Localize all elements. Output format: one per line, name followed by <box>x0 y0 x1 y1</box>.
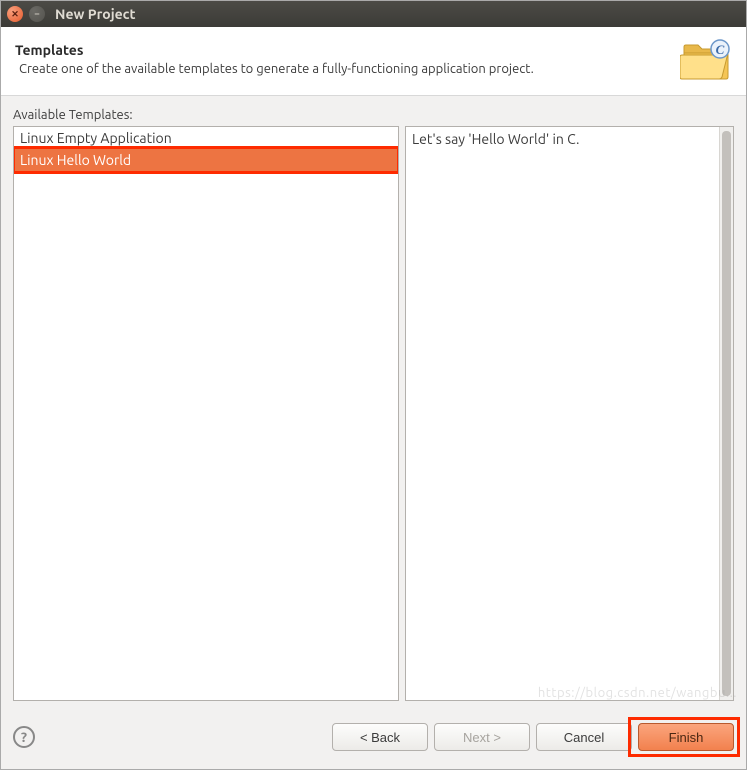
titlebar: ✕ – New Project <box>1 1 746 27</box>
scroll-thumb[interactable] <box>722 131 731 696</box>
window-title: New Project <box>55 6 136 22</box>
footer: ? < Back Next > Cancel Finish <box>1 713 746 769</box>
folder-c-icon: C <box>680 37 732 81</box>
finish-button[interactable]: Finish <box>638 723 734 751</box>
template-description-pane: Let's say 'Hello World' in C. <box>405 126 734 701</box>
template-description: Let's say 'Hello World' in C. <box>406 127 719 700</box>
help-icon[interactable]: ? <box>13 726 35 748</box>
minimize-icon[interactable]: – <box>29 6 45 22</box>
back-button[interactable]: < Back <box>332 723 428 751</box>
templates-list[interactable]: Linux Empty Application Linux Hello Worl… <box>13 126 399 701</box>
content-area: Available Templates: Linux Empty Applica… <box>1 96 746 713</box>
list-item[interactable]: Linux Hello World <box>14 149 398 171</box>
new-project-dialog: ✕ – New Project Templates Create one of … <box>0 0 747 770</box>
banner-description: Create one of the available templates to… <box>19 62 680 76</box>
list-item[interactable]: Linux Empty Application <box>14 127 398 149</box>
next-button: Next > <box>434 723 530 751</box>
close-icon[interactable]: ✕ <box>7 6 23 22</box>
banner: Templates Create one of the available te… <box>1 27 746 96</box>
scrollbar[interactable] <box>719 127 733 700</box>
banner-title: Templates <box>15 42 680 58</box>
cancel-button[interactable]: Cancel <box>536 723 632 751</box>
available-templates-label: Available Templates: <box>13 108 734 122</box>
svg-text:C: C <box>716 42 725 57</box>
